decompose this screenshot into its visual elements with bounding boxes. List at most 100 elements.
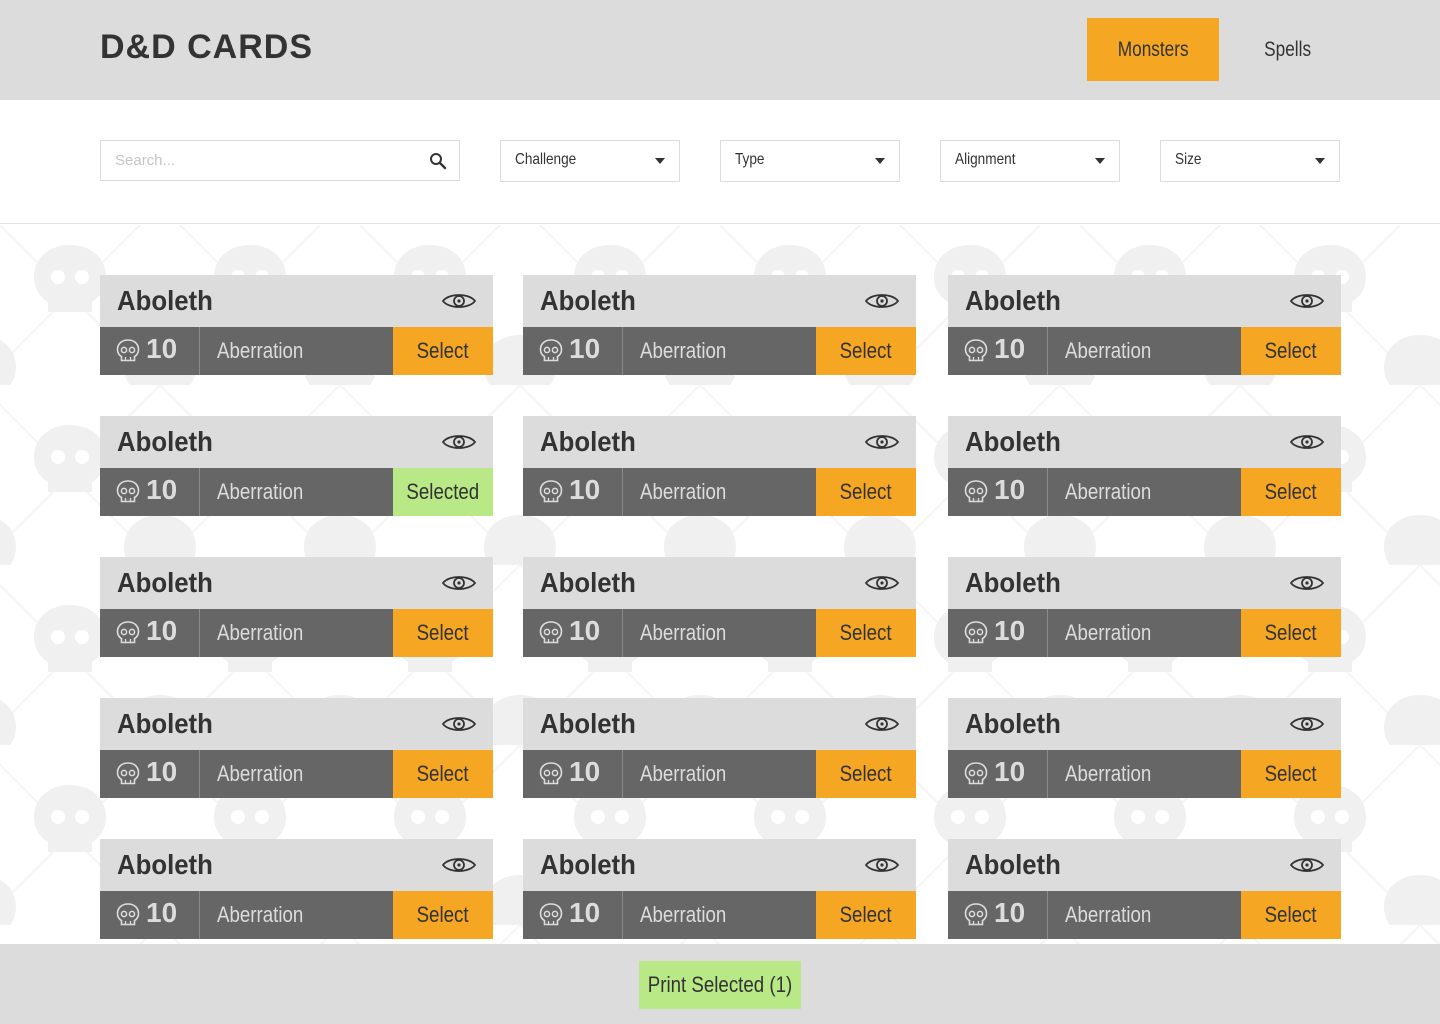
monster-type: Aberration bbox=[217, 902, 304, 927]
divider bbox=[622, 468, 623, 516]
monster-type: Aberration bbox=[217, 479, 304, 504]
select-button-label: Select bbox=[417, 761, 469, 786]
divider bbox=[622, 891, 623, 939]
select-button-label: Select bbox=[417, 338, 469, 363]
eye-icon[interactable] bbox=[441, 572, 477, 594]
card-header: Aboleth bbox=[100, 557, 493, 609]
challenge-rating: 10 bbox=[146, 333, 178, 364]
card-grid: Aboleth 10 Aberration Select Aboleth 10 … bbox=[0, 225, 1440, 944]
monster-type: Aberration bbox=[1065, 338, 1152, 363]
challenge-rating: 10 bbox=[146, 474, 178, 505]
skull-icon bbox=[964, 621, 988, 644]
eye-icon[interactable] bbox=[864, 572, 900, 594]
card-header: Aboleth bbox=[523, 557, 916, 609]
skull-icon bbox=[116, 762, 140, 785]
monster-card: Aboleth 10 Aberration Select bbox=[523, 839, 916, 939]
tab-monsters[interactable]: Monsters bbox=[1087, 18, 1219, 81]
eye-icon[interactable] bbox=[864, 854, 900, 876]
eye-icon[interactable] bbox=[864, 713, 900, 735]
tab-spells-label: Spells bbox=[1264, 37, 1312, 61]
card-header: Aboleth bbox=[523, 839, 916, 891]
divider bbox=[199, 750, 200, 798]
tab-spells[interactable]: Spells bbox=[1222, 18, 1354, 81]
skull-icon bbox=[539, 480, 563, 503]
monster-type: Aberration bbox=[1065, 902, 1152, 927]
search-box bbox=[100, 140, 460, 181]
eye-icon[interactable] bbox=[441, 290, 477, 312]
select-button[interactable]: Select bbox=[393, 750, 493, 798]
select-button[interactable]: Select bbox=[1241, 891, 1341, 939]
monster-type: Aberration bbox=[217, 761, 304, 786]
eye-icon[interactable] bbox=[441, 431, 477, 453]
card-name: Aboleth bbox=[117, 849, 213, 880]
select-button[interactable]: Select bbox=[1241, 327, 1341, 375]
skull-icon bbox=[116, 480, 140, 503]
card-name: Aboleth bbox=[965, 285, 1061, 316]
challenge-rating: 10 bbox=[994, 897, 1026, 928]
monster-card: Aboleth 10 Aberration Select bbox=[948, 416, 1341, 516]
challenge-select[interactable]: Challenge bbox=[500, 140, 680, 182]
card-header: Aboleth bbox=[523, 698, 916, 750]
select-button[interactable]: Select bbox=[816, 891, 916, 939]
select-button[interactable]: Select bbox=[816, 750, 916, 798]
select-button-label: Select bbox=[417, 902, 469, 927]
card-name: Aboleth bbox=[117, 426, 213, 457]
eye-icon[interactable] bbox=[1289, 290, 1325, 312]
monster-card: Aboleth 10 Aberration Select bbox=[100, 557, 493, 657]
challenge-rating: 10 bbox=[569, 333, 601, 364]
search-input[interactable] bbox=[101, 141, 421, 180]
card-header: Aboleth bbox=[948, 275, 1341, 327]
select-button[interactable]: Select bbox=[393, 891, 493, 939]
eye-icon[interactable] bbox=[441, 713, 477, 735]
select-button[interactable]: Select bbox=[1241, 750, 1341, 798]
divider bbox=[622, 750, 623, 798]
select-button-label: Select bbox=[840, 761, 892, 786]
select-button-label: Select bbox=[1265, 620, 1317, 645]
eye-icon[interactable] bbox=[864, 290, 900, 312]
skull-icon bbox=[539, 762, 563, 785]
size-select-label: Size bbox=[1175, 151, 1202, 168]
challenge-rating: 10 bbox=[994, 756, 1026, 787]
monster-type: Aberration bbox=[217, 620, 304, 645]
divider bbox=[622, 327, 623, 375]
select-button[interactable]: Select bbox=[816, 609, 916, 657]
monster-type: Aberration bbox=[1065, 620, 1152, 645]
size-select[interactable]: Size bbox=[1160, 140, 1340, 182]
challenge-select-label: Challenge bbox=[515, 151, 577, 168]
eye-icon[interactable] bbox=[1289, 431, 1325, 453]
type-select[interactable]: Type bbox=[720, 140, 900, 182]
select-button[interactable]: Select bbox=[393, 327, 493, 375]
select-button[interactable]: Select bbox=[816, 468, 916, 516]
select-button[interactable]: Select bbox=[1241, 468, 1341, 516]
monster-card: Aboleth 10 Aberration Select bbox=[523, 416, 916, 516]
search-icon[interactable] bbox=[429, 152, 447, 170]
monster-card: Aboleth 10 Aberration Select bbox=[523, 557, 916, 657]
challenge-rating: 10 bbox=[994, 333, 1026, 364]
eye-icon[interactable] bbox=[1289, 854, 1325, 876]
chevron-down-icon bbox=[1095, 158, 1105, 164]
select-button[interactable]: Select bbox=[393, 609, 493, 657]
card-name: Aboleth bbox=[540, 426, 636, 457]
eye-icon[interactable] bbox=[864, 431, 900, 453]
challenge-rating: 10 bbox=[569, 615, 601, 646]
select-button[interactable]: Select bbox=[816, 327, 916, 375]
select-button-label: Select bbox=[1265, 902, 1317, 927]
select-button-label: Select bbox=[417, 620, 469, 645]
selected-button[interactable]: Selected bbox=[393, 468, 493, 516]
eye-icon[interactable] bbox=[1289, 572, 1325, 594]
select-button-label: Select bbox=[1265, 479, 1317, 504]
card-header: Aboleth bbox=[948, 557, 1341, 609]
divider bbox=[1047, 609, 1048, 657]
challenge-rating: 10 bbox=[994, 474, 1026, 505]
select-button-label: Select bbox=[840, 620, 892, 645]
card-header: Aboleth bbox=[100, 839, 493, 891]
select-button[interactable]: Select bbox=[1241, 609, 1341, 657]
select-button-label: Select bbox=[840, 902, 892, 927]
divider bbox=[1047, 750, 1048, 798]
divider bbox=[199, 609, 200, 657]
alignment-select[interactable]: Alignment bbox=[940, 140, 1120, 182]
print-selected-button[interactable]: Print Selected (1) bbox=[639, 961, 801, 1009]
eye-icon[interactable] bbox=[441, 854, 477, 876]
eye-icon[interactable] bbox=[1289, 713, 1325, 735]
skull-icon bbox=[964, 480, 988, 503]
